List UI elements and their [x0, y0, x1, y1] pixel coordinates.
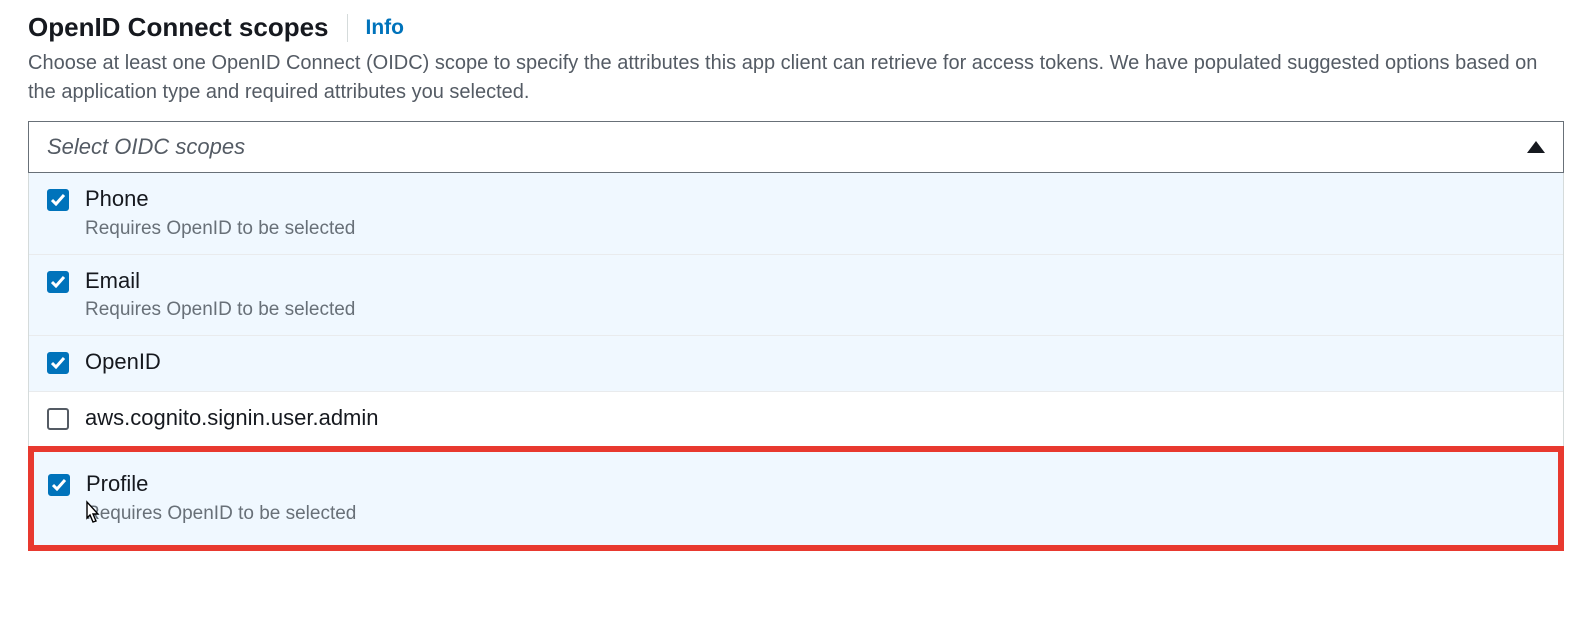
checkbox-aws-cognito-admin[interactable]	[47, 408, 69, 430]
scope-option-openid[interactable]: OpenID	[29, 335, 1563, 391]
scope-option-phone[interactable]: Phone Requires OpenID to be selected	[29, 173, 1563, 254]
scope-hint: Requires OpenID to be selected	[86, 503, 1544, 525]
oidc-scope-select-trigger[interactable]: Select OIDC scopes	[28, 121, 1564, 173]
scope-option-email[interactable]: Email Requires OpenID to be selected	[29, 254, 1563, 336]
divider	[347, 14, 348, 42]
scope-option-profile[interactable]: Profile Requires OpenID to be selected	[34, 452, 1558, 545]
scope-hint: Requires OpenID to be selected	[85, 299, 1545, 321]
section-description: Choose at least one OpenID Connect (OIDC…	[28, 49, 1558, 107]
scope-label: OpenID	[85, 348, 1545, 377]
scope-label: Phone	[85, 185, 1545, 214]
section-title: OpenID Connect scopes	[28, 12, 329, 43]
checkbox-openid[interactable]	[47, 352, 69, 374]
section-header: OpenID Connect scopes Info	[28, 12, 1564, 43]
checkbox-phone[interactable]	[47, 189, 69, 211]
select-placeholder: Select OIDC scopes	[47, 134, 245, 160]
caret-up-icon	[1527, 141, 1545, 153]
info-link[interactable]: Info	[366, 16, 404, 40]
oidc-scope-dropdown: Phone Requires OpenID to be selected Ema…	[28, 173, 1564, 447]
scope-hint: Requires OpenID to be selected	[85, 218, 1545, 240]
scope-label: Email	[85, 267, 1545, 296]
scope-label: Profile	[86, 470, 1544, 499]
checkbox-profile[interactable]	[48, 474, 70, 496]
scope-label: aws.cognito.signin.user.admin	[85, 404, 1545, 433]
highlighted-option-annotation: Profile Requires OpenID to be selected	[28, 446, 1564, 551]
scope-option-aws-cognito-admin[interactable]: aws.cognito.signin.user.admin	[29, 391, 1563, 447]
checkbox-email[interactable]	[47, 271, 69, 293]
